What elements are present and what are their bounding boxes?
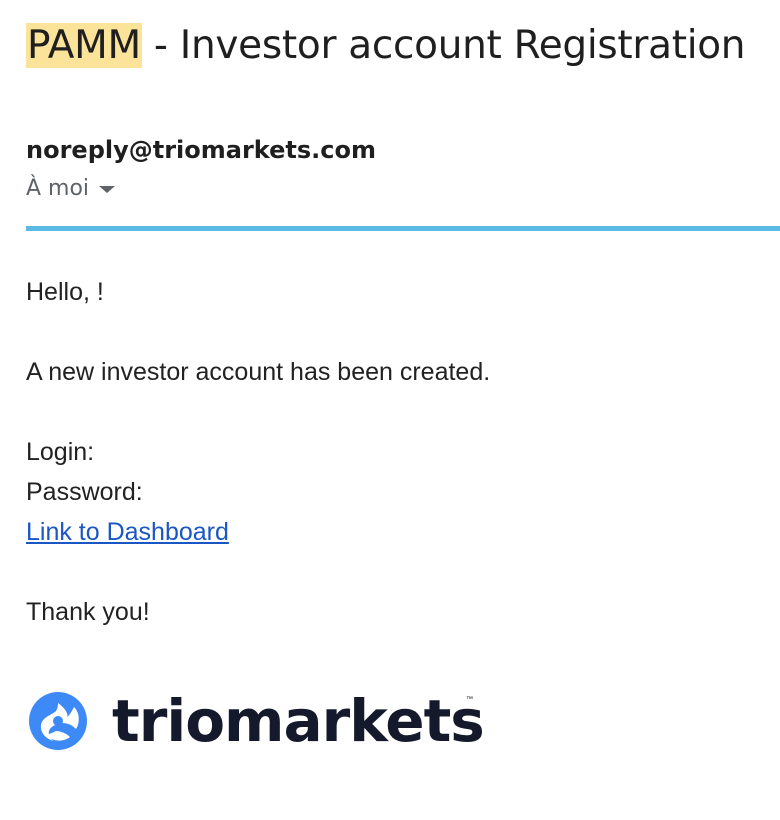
login-label: Login:: [26, 438, 95, 466]
password-label: Password:: [26, 478, 143, 506]
header-divider: [26, 226, 780, 231]
logo-wordmark: triomarkets: [112, 687, 485, 755]
sender-address[interactable]: noreply@triomarkets.com: [26, 134, 376, 166]
subject-highlight: PAMM: [26, 23, 142, 68]
caret-down-icon[interactable]: [99, 185, 116, 193]
message-text: A new investor account has been created.: [26, 358, 491, 386]
dashboard-link[interactable]: Link to Dashboard: [26, 516, 229, 548]
triomarkets-logo-icon: [29, 692, 87, 750]
closing-text: Thank you!: [26, 598, 150, 626]
trademark-symbol: ™: [466, 696, 473, 703]
email-subject: PAMM - Investor account Registration: [26, 18, 746, 74]
triomarkets-logo: triomarkets: [26, 687, 485, 755]
greeting-text: Hello, !: [26, 278, 104, 306]
subject-text: - Investor account Registration: [141, 23, 746, 68]
recipient-label: À moi: [26, 176, 90, 201]
recipient-dropdown[interactable]: À moi: [26, 175, 116, 203]
